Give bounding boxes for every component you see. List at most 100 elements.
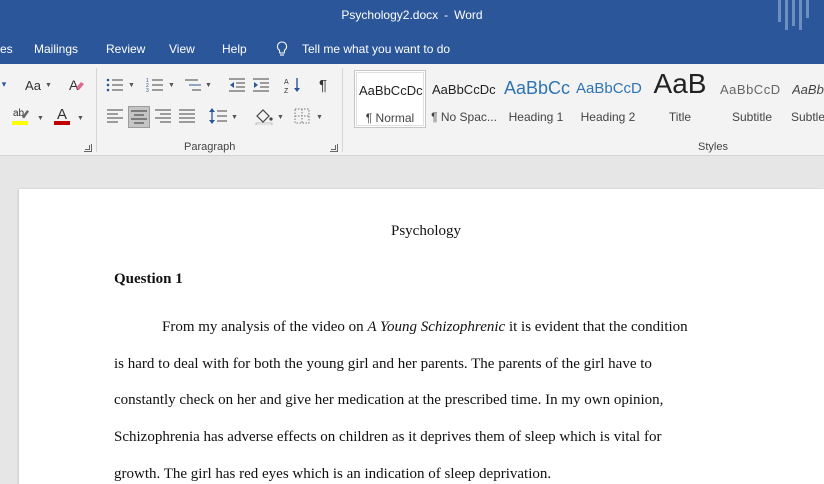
style-subtitle[interactable]: AaBbCcD Subtitle <box>716 70 788 128</box>
style-title[interactable]: AaB Title <box>644 70 716 128</box>
highlight-dropdown-icon[interactable]: ▼ <box>37 115 44 122</box>
align-left-icon <box>107 109 123 123</box>
bullets-dropdown-icon[interactable]: ▼ <box>128 82 135 89</box>
shading-dropdown-icon[interactable]: ▼ <box>277 114 284 121</box>
font-color-button[interactable]: A <box>52 104 74 126</box>
justify-icon <box>179 109 195 123</box>
multilevel-list-button[interactable] <box>184 76 202 94</box>
svg-text:Z: Z <box>284 88 289 94</box>
lightbulb-icon <box>276 41 288 56</box>
paint-bucket-icon <box>255 109 273 125</box>
document-heading: Question 1 <box>114 271 183 287</box>
style-subtle-emphasis[interactable]: AaBbC Subtle <box>788 70 824 128</box>
paragraph-line: constantly check on her and give her med… <box>114 392 663 409</box>
sort-icon: AZ <box>284 78 300 94</box>
paragraph-line: growth. The girl has red eyes which is a… <box>114 466 551 483</box>
tab-review[interactable]: Review <box>106 42 145 56</box>
align-left-button[interactable] <box>106 108 124 124</box>
borders-icon <box>294 108 310 124</box>
numbering-dropdown-icon[interactable]: ▼ <box>168 82 175 89</box>
paragraph-group-label: Paragraph <box>184 141 236 153</box>
paragraph-line: From my analysis of the video on A Young… <box>162 319 688 336</box>
video-title-italic: A Young Schizophrenic <box>367 319 506 335</box>
style-normal[interactable]: AaBbCcDc ¶ Normal <box>354 70 426 128</box>
borders-button[interactable] <box>293 107 311 125</box>
style-heading-2[interactable]: AaBbCcD Heading 2 <box>572 70 644 128</box>
style-sample: AaB <box>653 70 707 99</box>
paragraph-dialog-launcher[interactable] <box>330 144 338 152</box>
bullets-button[interactable] <box>106 76 124 94</box>
window-title: Psychology2.docx - Word <box>0 8 824 22</box>
sort-button[interactable]: AZ <box>284 76 302 94</box>
numbering-icon: 123 <box>146 78 163 93</box>
text-run: is hard to deal with for both the young … <box>114 356 652 372</box>
font-dropdown-arrow-icon[interactable]: ▾ <box>0 76 8 92</box>
line-spacing-icon <box>209 108 227 124</box>
font-color-button-label: A <box>57 106 67 123</box>
paragraph-line: Schizophrenia has adverse effects on chi… <box>114 429 661 446</box>
decrease-indent-button[interactable] <box>228 76 246 94</box>
tab-references[interactable]: es <box>0 42 13 56</box>
document-page[interactable]: Psychology Question 1 From my analysis o… <box>19 189 824 484</box>
document-canvas: Psychology Question 1 From my analysis o… <box>0 157 824 484</box>
style-heading-1[interactable]: AaBbCc Heading 1 <box>500 70 572 128</box>
paragraph-line: is hard to deal with for both the young … <box>114 356 652 373</box>
tab-help[interactable]: Help <box>222 42 247 56</box>
font-dialog-launcher[interactable] <box>84 144 92 152</box>
change-case-button[interactable]: Aa <box>24 76 42 94</box>
shading-button[interactable] <box>254 107 274 125</box>
multilevel-dropdown-icon[interactable]: ▼ <box>205 82 212 89</box>
text-run: constantly check on her and give her med… <box>114 392 664 408</box>
style-no-spacing[interactable]: AaBbCcDc ¶ No Spac... <box>428 70 500 128</box>
svg-text:A: A <box>69 77 79 93</box>
increase-indent-button[interactable] <box>252 76 270 94</box>
style-name: Subtitle <box>731 110 773 124</box>
highlighter-icon: ab <box>12 108 29 125</box>
font-color-icon: A <box>54 106 70 125</box>
tell-me-search[interactable]: Tell me what you want to do <box>302 42 450 56</box>
ribbon: ▾ Aa ▼ A ab ▼ A ▼ ▼ 123 ▼ ▼ A Z ¶ ▼ ▼ ▼ … <box>0 64 824 156</box>
style-sample: AaBbCcD <box>720 82 781 97</box>
style-name: Heading 2 <box>580 110 636 124</box>
styles-group-label: Styles <box>698 141 728 153</box>
text-run: it is evident that the condition <box>505 319 688 335</box>
align-center-button[interactable] <box>128 106 150 128</box>
document-title: Psychology <box>390 223 461 239</box>
clear-formatting-icon: A <box>69 77 84 93</box>
title-bar: Psychology2.docx - Word <box>0 0 824 34</box>
document-filename: Psychology2.docx <box>341 8 439 22</box>
style-name: Title <box>668 110 692 124</box>
tab-view[interactable]: View <box>169 42 195 56</box>
style-sample: AaBbCcD <box>576 80 642 97</box>
ribbon-group-divider <box>96 68 97 152</box>
title-separator: - <box>444 8 449 22</box>
style-sample: AaBbC <box>792 82 824 97</box>
text-run: growth. The girl has red eyes which is a… <box>114 466 552 482</box>
decrease-indent-icon <box>229 78 245 92</box>
numbering-button[interactable]: 123 <box>146 76 164 94</box>
change-case-dropdown-icon[interactable]: ▼ <box>45 82 52 89</box>
style-name: ¶ Normal <box>365 111 415 125</box>
window-decoration-icon <box>778 0 810 30</box>
clear-formatting-button[interactable]: A <box>66 76 86 94</box>
align-right-icon <box>155 109 171 123</box>
line-spacing-button[interactable] <box>208 107 228 125</box>
show-formatting-button[interactable]: ¶ <box>314 76 332 94</box>
line-spacing-dropdown-icon[interactable]: ▼ <box>231 114 238 121</box>
svg-text:A: A <box>284 79 289 86</box>
highlight-button[interactable]: ab <box>10 104 32 126</box>
align-right-button[interactable] <box>154 108 172 124</box>
font-color-dropdown-icon[interactable]: ▼ <box>77 115 84 122</box>
style-sample: AaBbCcDc <box>359 83 423 98</box>
style-sample: AaBbCc <box>504 78 571 98</box>
ribbon-tabs: es Mailings Review View Help Tell me wha… <box>0 34 824 64</box>
app-name: Word <box>454 8 483 22</box>
tab-mailings[interactable]: Mailings <box>34 42 78 56</box>
borders-dropdown-icon[interactable]: ▼ <box>316 114 323 121</box>
style-name: Heading 1 <box>508 110 564 124</box>
justify-button[interactable] <box>178 108 196 124</box>
style-name: Subtle <box>791 110 824 124</box>
style-sample: AaBbCcDc <box>432 82 496 97</box>
ribbon-group-divider <box>342 68 343 152</box>
text-run: From my analysis of the video on <box>162 319 368 335</box>
